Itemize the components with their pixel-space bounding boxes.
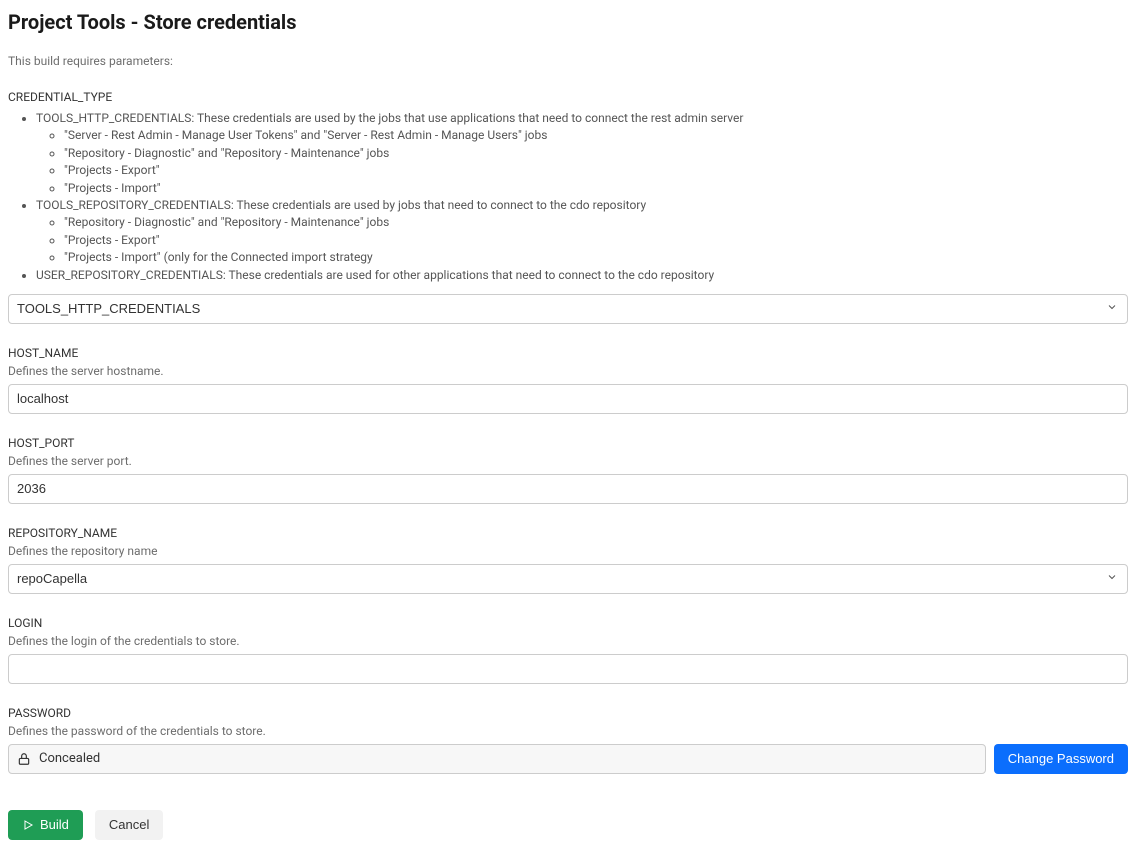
actions-row: Build Cancel — [8, 810, 1128, 840]
lock-icon — [17, 752, 31, 766]
desc-host-name: Defines the server hostname. — [8, 364, 1128, 378]
credential-type-description: TOOLS_HTTP_CREDENTIALS: These credential… — [36, 110, 1128, 284]
page-title: Project Tools - Store credentials — [8, 10, 1128, 34]
label-host-port: HOST_PORT — [8, 436, 1128, 450]
password-display: Concealed — [8, 744, 986, 774]
cancel-button[interactable]: Cancel — [95, 810, 163, 840]
label-repository-name: REPOSITORY_NAME — [8, 526, 1128, 540]
desc-repository-name: Defines the repository name — [8, 544, 1128, 558]
credential-type-section: TOOLS_REPOSITORY_CREDENTIALS: These cred… — [36, 197, 1128, 267]
credential-type-subitem: "Server - Rest Admin - Manage User Token… — [64, 127, 1128, 144]
field-host-port: HOST_PORT Defines the server port. — [8, 436, 1128, 504]
credential-type-section: TOOLS_HTTP_CREDENTIALS: These credential… — [36, 110, 1128, 197]
change-password-button[interactable]: Change Password — [994, 744, 1128, 774]
build-button-label: Build — [40, 817, 69, 832]
field-credential-type: CREDENTIAL_TYPE TOOLS_HTTP_CREDENTIALS: … — [8, 90, 1128, 324]
credential-type-subitem: "Projects - Export" — [64, 232, 1128, 249]
credential-type-subitem: "Projects - Export" — [64, 162, 1128, 179]
build-button[interactable]: Build — [8, 810, 83, 840]
label-password: PASSWORD — [8, 706, 1128, 720]
field-repository-name: REPOSITORY_NAME Defines the repository n… — [8, 526, 1128, 594]
credential-type-subitem: "Repository - Diagnostic" and "Repositor… — [64, 145, 1128, 162]
field-host-name: HOST_NAME Defines the server hostname. — [8, 346, 1128, 414]
password-status: Concealed — [39, 751, 100, 766]
select-repository-name[interactable]: repoCapella — [8, 564, 1128, 594]
credential-type-subitem: "Repository - Diagnostic" and "Repositor… — [64, 214, 1128, 231]
select-credential-type[interactable]: TOOLS_HTTP_CREDENTIALSTOOLS_REPOSITORY_C… — [8, 294, 1128, 324]
label-host-name: HOST_NAME — [8, 346, 1128, 360]
input-host-name[interactable] — [8, 384, 1128, 414]
credential-type-subitem: "Projects - Import" — [64, 180, 1128, 197]
label-credential-type: CREDENTIAL_TYPE — [8, 90, 1128, 104]
credential-type-subitem: "Projects - Import" (only for the Connec… — [64, 249, 1128, 266]
play-icon — [22, 819, 34, 831]
input-host-port[interactable] — [8, 474, 1128, 504]
intro-text: This build requires parameters: — [8, 54, 1128, 68]
desc-login: Defines the login of the credentials to … — [8, 634, 1128, 648]
field-login: LOGIN Defines the login of the credentia… — [8, 616, 1128, 684]
desc-password: Defines the password of the credentials … — [8, 724, 1128, 738]
input-login[interactable] — [8, 654, 1128, 684]
credential-type-section: USER_REPOSITORY_CREDENTIALS: These crede… — [36, 267, 1128, 284]
label-login: LOGIN — [8, 616, 1128, 630]
field-password: PASSWORD Defines the password of the cre… — [8, 706, 1128, 774]
desc-host-port: Defines the server port. — [8, 454, 1128, 468]
